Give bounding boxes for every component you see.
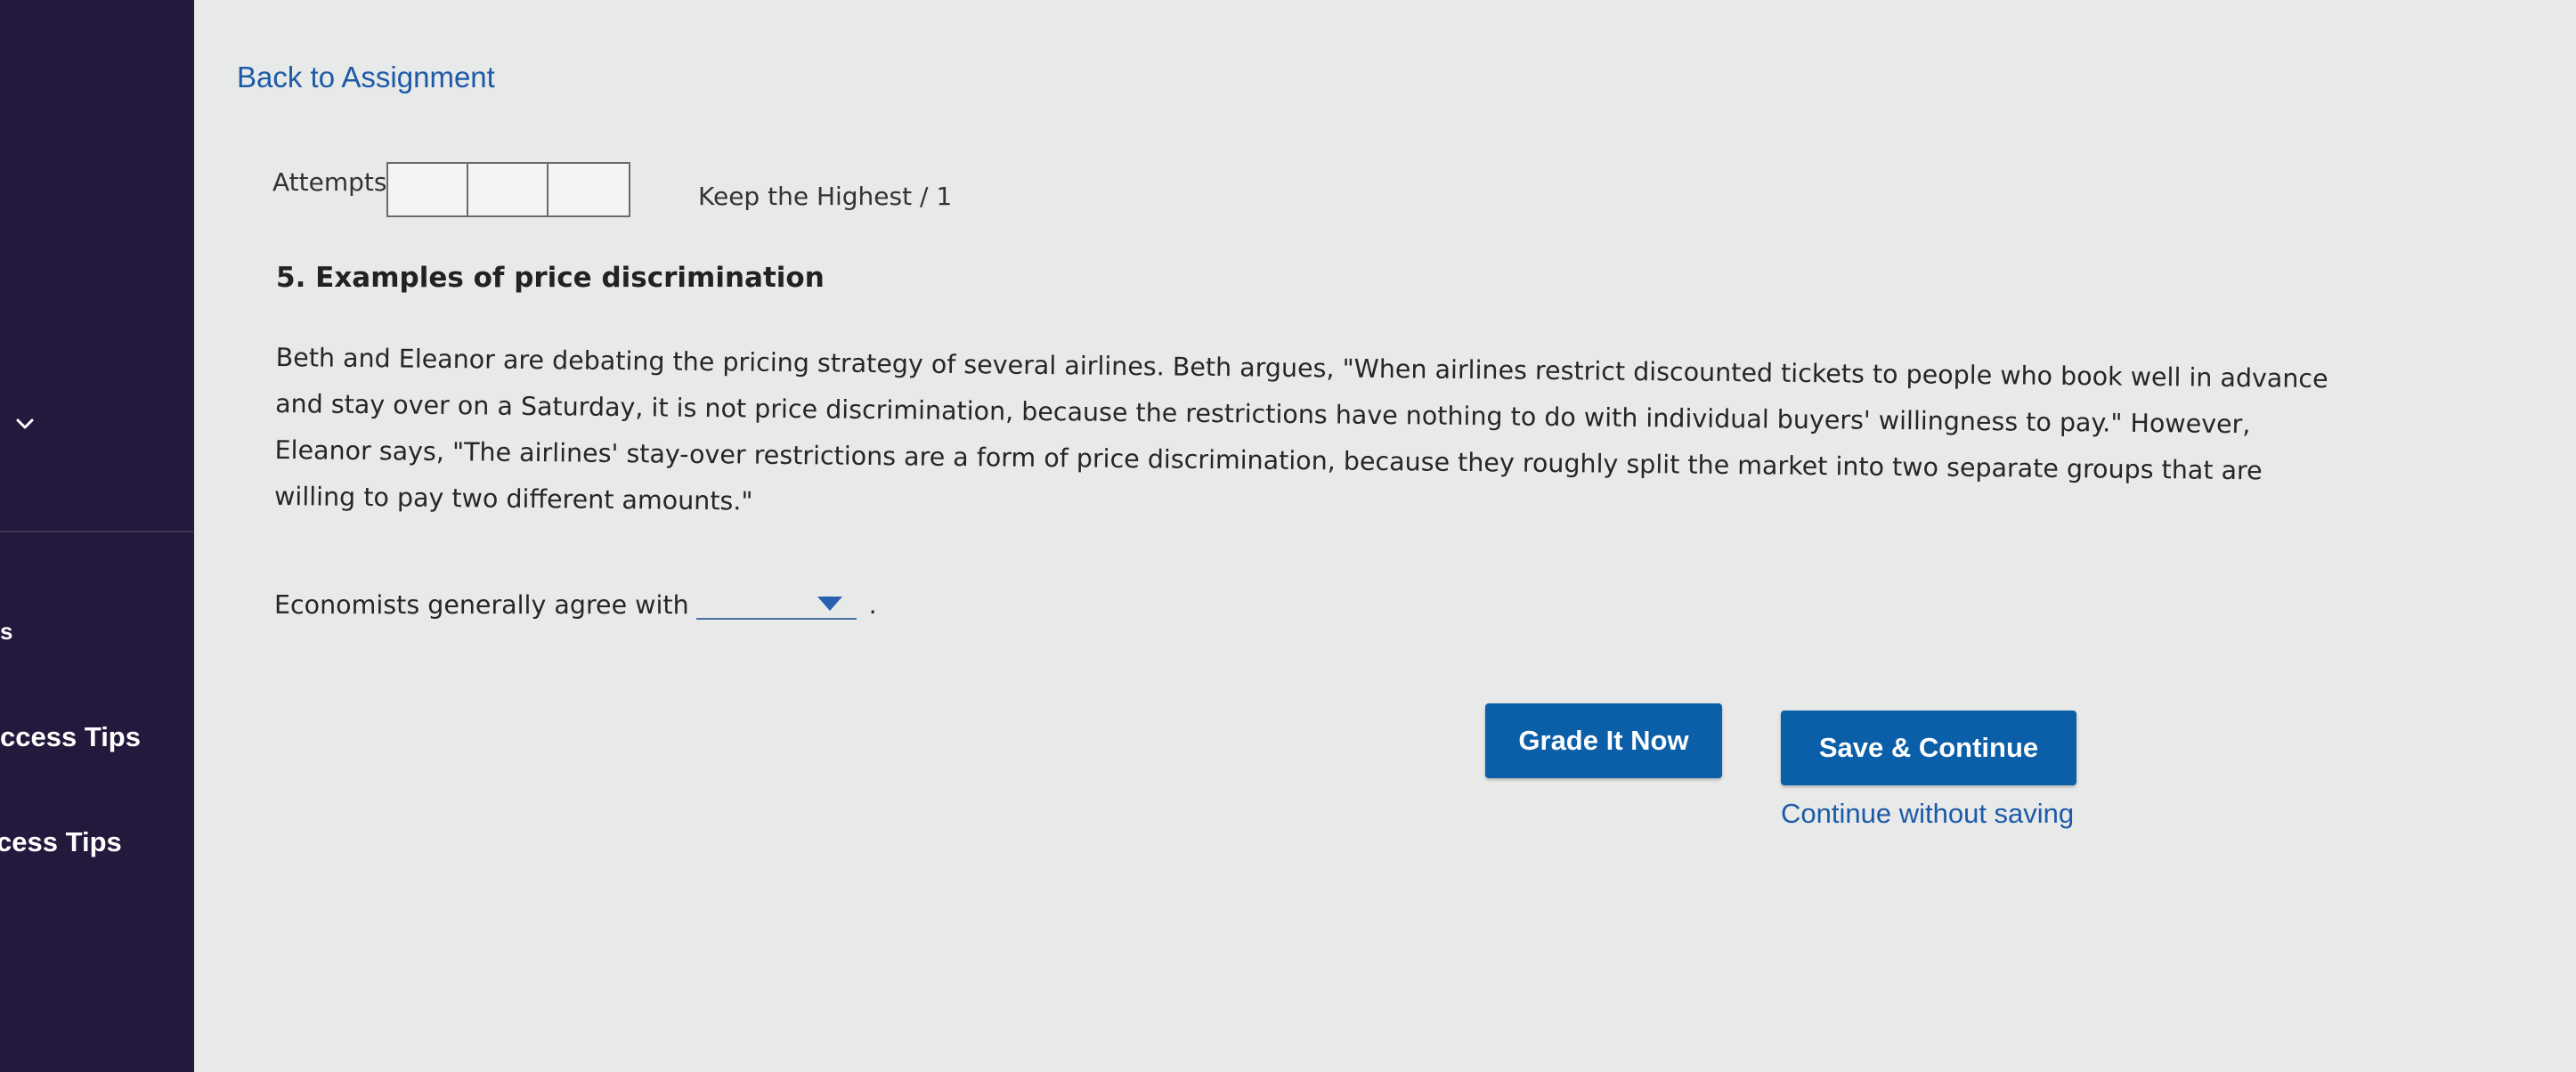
sidebar-divider <box>0 531 194 532</box>
grade-it-now-button[interactable]: Grade It Now <box>1485 703 1722 778</box>
attempt-box <box>468 164 549 215</box>
answer-period: . <box>868 590 877 620</box>
attempts-label: Attempts <box>272 167 387 197</box>
sidebar-item-success-tips[interactable]: ccess Tips <box>0 721 141 753</box>
attempt-policy: Keep the Highest / 1 <box>698 182 953 211</box>
continue-without-saving-link[interactable]: Continue without saving <box>1781 798 2074 830</box>
answer-dropdown[interactable] <box>695 584 857 620</box>
sidebar: s ccess Tips cess Tips <box>0 0 194 1072</box>
attempt-box <box>388 164 468 215</box>
sidebar-item-label[interactable]: s <box>0 618 12 646</box>
sidebar-item-success-tips-2[interactable]: cess Tips <box>0 826 122 858</box>
save-and-continue-button[interactable]: Save & Continue <box>1781 711 2076 785</box>
answer-prompt: Economists generally agree with <box>274 590 689 620</box>
attempt-box <box>549 164 629 215</box>
dropdown-arrow-icon <box>817 597 842 611</box>
main-content: Back to Assignment Attempts Keep the Hig… <box>194 0 2576 1072</box>
question-title: 5. Examples of price discrimination <box>276 262 825 294</box>
answer-row: Economists generally agree with . <box>274 584 877 620</box>
question-body: Beth and Eleanor are debating the pricin… <box>273 342 2328 516</box>
attempt-boxes <box>386 162 630 217</box>
chevron-down-icon[interactable] <box>12 411 37 436</box>
back-to-assignment-link[interactable]: Back to Assignment <box>237 61 495 94</box>
